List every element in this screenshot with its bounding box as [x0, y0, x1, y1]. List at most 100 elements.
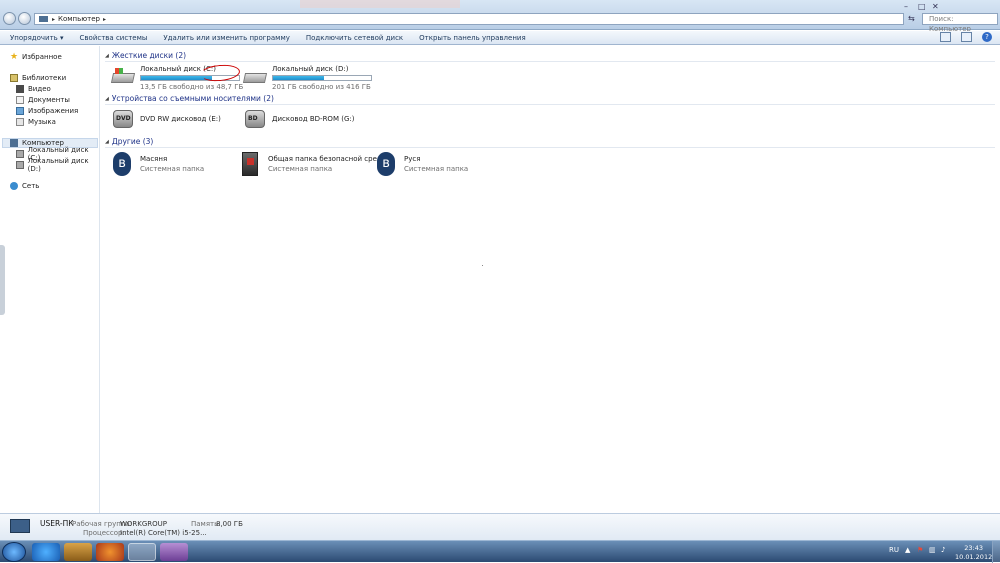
drive-tile-e[interactable]: DVD DVD RW дисковод (E:) — [110, 108, 221, 130]
item-name: Общая папка безопасной среды — [268, 155, 388, 163]
nav-item-music[interactable]: Музыка — [16, 117, 56, 127]
nav-label: Библиотеки — [22, 74, 67, 82]
folder-tile-masyanya[interactable]: ʙ Масяня Системная папка — [110, 152, 205, 176]
nav-label: Избранное — [22, 53, 62, 61]
organize-button[interactable]: Упорядочить ▾ — [10, 34, 64, 42]
drive-name: DVD RW дисковод (E:) — [140, 115, 221, 123]
group-divider — [105, 104, 995, 105]
collapse-icon: ◢ — [105, 52, 109, 59]
refresh-icon[interactable]: ⇆ — [908, 14, 915, 23]
item-type: Системная папка — [140, 165, 205, 173]
group-divider — [105, 61, 995, 62]
nav-label: Видео — [28, 85, 51, 93]
nav-item-drive-d[interactable]: Локальный диск (D:) — [16, 157, 99, 173]
clock[interactable]: 23:43 10.01.2012 — [955, 544, 992, 562]
network-icon — [10, 182, 18, 190]
nav-label: Сеть — [22, 182, 40, 190]
nav-item-network[interactable]: Сеть — [10, 181, 39, 191]
system-properties-button[interactable]: Свойства системы — [80, 34, 148, 42]
show-desktop-button[interactable] — [992, 541, 1000, 563]
minimize-button[interactable]: – — [904, 2, 908, 11]
nav-item-video[interactable]: Видео — [16, 84, 51, 94]
star-icon: ★ — [10, 52, 19, 62]
bluetooth-icon: ʙ — [374, 152, 400, 176]
uninstall-program-button[interactable]: Удалить или изменить программу — [163, 34, 289, 42]
language-indicator[interactable]: RU — [889, 546, 899, 554]
picture-icon — [16, 107, 24, 115]
music-icon — [16, 118, 24, 126]
group-header-removable[interactable]: ◢ Устройства со съемными носителями (2) — [105, 94, 995, 105]
item-type: Системная папка — [404, 165, 469, 173]
maximize-button[interactable]: □ — [918, 2, 926, 11]
nav-item-documents[interactable]: Документы — [16, 95, 70, 105]
cpu-value: Intel(R) Core(TM) i5-25... — [120, 529, 207, 537]
explorer-taskbar-button[interactable] — [128, 543, 156, 561]
dvd-drive-icon: DVD — [110, 108, 136, 130]
command-bar: Упорядочить ▾ Свойства системы Удалить и… — [0, 31, 1000, 45]
internet-explorer-icon[interactable] — [32, 543, 60, 561]
collapse-icon: ◢ — [105, 95, 109, 102]
computer-icon — [10, 519, 30, 533]
usage-bar — [272, 75, 372, 81]
library-icon — [10, 74, 18, 82]
background-tab — [300, 0, 460, 8]
preview-pane-icon[interactable] — [961, 32, 972, 42]
nav-item-pictures[interactable]: Изображения — [16, 106, 78, 116]
hard-drive-icon — [110, 65, 136, 87]
nav-item-favorites[interactable]: ★ Избранное — [10, 52, 62, 62]
window-titlebar: ▸ Компьютер ▸ ⇆ Поиск: Компьютер – □ ✕ — [0, 0, 1000, 33]
sandbox-folder-icon — [238, 152, 264, 176]
details-pane: USER-ПК Рабочая группа: WORKGROUP Память… — [0, 513, 1000, 540]
nav-item-libraries[interactable]: Библиотеки — [10, 73, 66, 83]
start-button[interactable] — [2, 542, 26, 562]
view-options-icon[interactable] — [940, 32, 951, 42]
hard-drive-icon — [242, 65, 268, 87]
breadcrumb[interactable]: Компьютер — [58, 15, 100, 23]
drive-free-space: 13,5 ГБ свободно из 48,7 ГБ — [140, 83, 244, 91]
group-header-other[interactable]: ◢ Другие (3) — [105, 137, 995, 148]
drive-tile-g[interactable]: BD Дисковод BD-ROM (G:) — [242, 108, 354, 130]
volume-icon[interactable]: ♪ — [941, 546, 945, 554]
cpu-label: Процессор: — [83, 529, 125, 537]
network-tray-icon[interactable]: ▥ — [929, 546, 936, 554]
bluetooth-icon: ʙ — [110, 152, 136, 176]
nav-label: Локальный диск (D:) — [27, 157, 89, 173]
computer-icon — [39, 16, 48, 22]
item-name: Масяня — [140, 155, 168, 163]
map-network-drive-button[interactable]: Подключить сетевой диск — [306, 34, 403, 42]
tray-arrow-icon[interactable]: ▲ — [905, 546, 910, 554]
drive-name: Дисковод BD-ROM (G:) — [272, 115, 355, 123]
firefox-icon[interactable] — [96, 543, 124, 561]
bd-drive-icon: BD — [242, 108, 268, 130]
forward-button[interactable] — [18, 12, 31, 25]
nav-label: Документы — [28, 96, 70, 104]
group-title: Жесткие диски (2) — [111, 51, 187, 60]
address-bar[interactable]: ▸ Компьютер ▸ — [34, 13, 904, 25]
close-button[interactable]: ✕ — [932, 2, 939, 11]
group-title: Устройства со съемными носителями (2) — [111, 94, 274, 103]
side-panel-handle[interactable] — [0, 245, 5, 315]
video-icon — [16, 85, 24, 93]
drive-name: Локальный диск (D:) — [272, 65, 349, 73]
group-header-hard-disks[interactable]: ◢ Жесткие диски (2) — [105, 51, 995, 62]
folder-tile-rusya[interactable]: ʙ Руся Системная папка — [374, 152, 469, 176]
security-flag-icon[interactable]: ⚑ — [917, 546, 923, 554]
app-taskbar-icon[interactable] — [160, 543, 188, 561]
back-button[interactable] — [3, 12, 16, 25]
usage-fill — [273, 76, 324, 80]
memory-value: 8,00 ГБ — [216, 520, 243, 528]
group-divider — [105, 147, 995, 148]
computer-icon — [10, 139, 18, 147]
group-title: Другие (3) — [111, 137, 154, 146]
content-area: ◢ Жесткие диски (2) Локальный диск (C:) … — [101, 46, 1000, 513]
workgroup-value: WORKGROUP — [120, 520, 168, 528]
folder-tile-sandbox[interactable]: Общая папка безопасной среды Системная па… — [238, 152, 388, 176]
help-icon[interactable]: ? — [982, 32, 992, 42]
search-input[interactable]: Поиск: Компьютер — [922, 13, 998, 33]
item-name: Руся — [404, 155, 421, 163]
open-control-panel-button[interactable]: Открыть панель управления — [419, 34, 525, 42]
clock-time: 23:43 — [964, 544, 983, 552]
media-player-icon[interactable] — [64, 543, 92, 561]
chevron-right-icon[interactable]: ▸ — [103, 16, 106, 23]
drive-tile-d[interactable]: Локальный диск (D:) 201 ГБ свободно из 4… — [242, 65, 372, 91]
